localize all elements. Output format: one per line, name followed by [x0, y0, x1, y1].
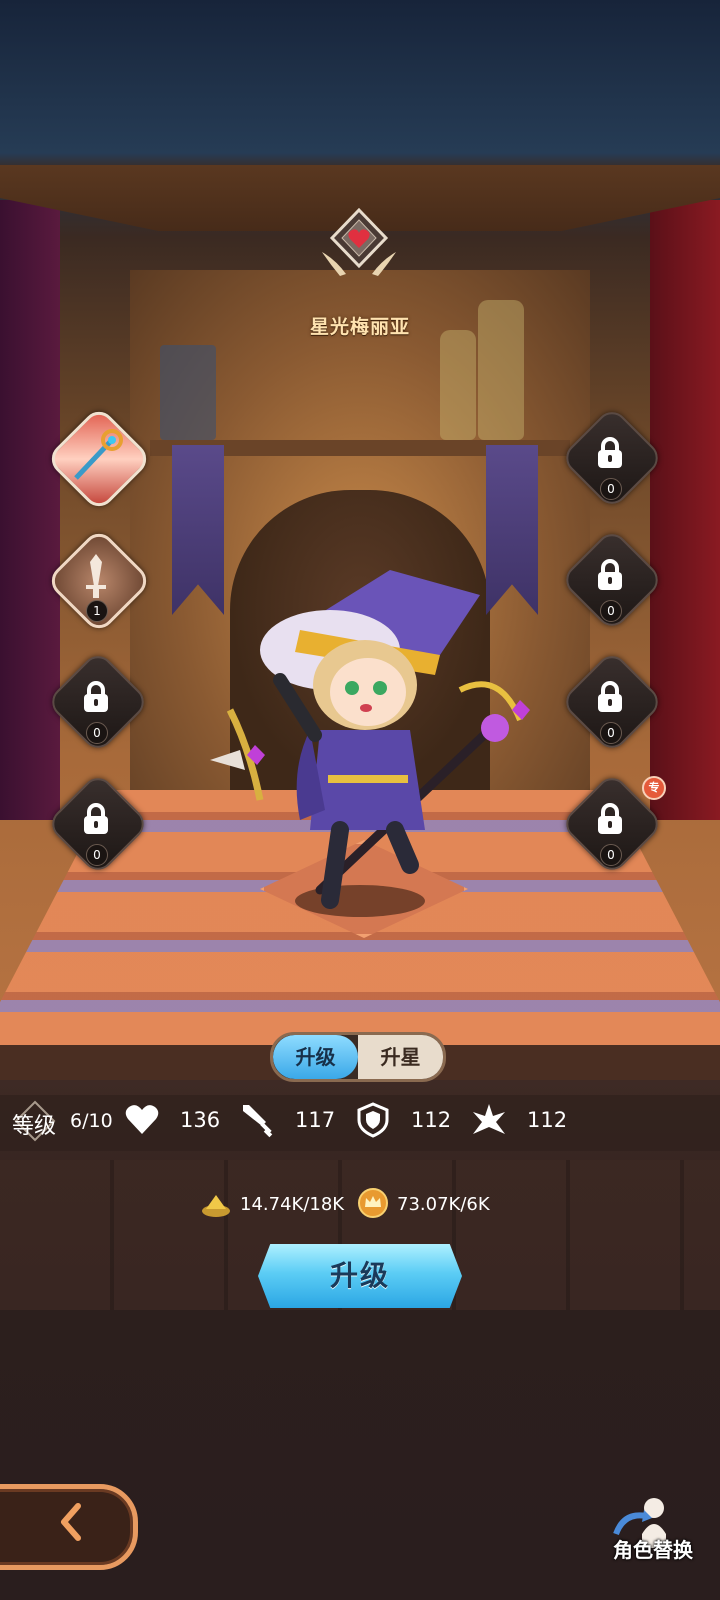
slot-count: 1 — [86, 600, 108, 622]
chevron-left-icon — [61, 1503, 81, 1541]
right-curtain — [650, 200, 720, 820]
heart-icon — [125, 1105, 159, 1134]
slot-count: 0 — [86, 844, 108, 866]
upgrade-button[interactable]: 升级 — [258, 1244, 462, 1308]
coin-cost: 73.07K/6K — [397, 1194, 490, 1215]
locked-slot[interactable]: 0 — [559, 527, 665, 633]
hero-name: 星光梅丽亚 — [309, 316, 410, 338]
slot-count: 0 — [600, 844, 622, 866]
defense-value: 112 — [411, 1108, 452, 1132]
upgrade-tab-bar: 升级 升星 — [270, 1032, 446, 1082]
sword-skill-icon — [86, 554, 106, 598]
slot-count: 0 — [600, 478, 622, 500]
gold-pile-icon — [202, 1195, 230, 1217]
lock-icon — [598, 559, 622, 590]
tab-upgrade[interactable]: 升级 — [273, 1035, 358, 1079]
level-value: 6/10 — [70, 1110, 113, 1132]
hp-value: 136 — [180, 1108, 221, 1132]
level-label: 等级 — [12, 1114, 57, 1139]
lock-icon — [598, 803, 622, 834]
lock-icon — [598, 681, 622, 712]
lock-icon — [598, 437, 622, 468]
locked-slot[interactable]: 0 — [559, 649, 665, 755]
locked-slot[interactable]: 0 — [559, 405, 665, 511]
tab-star-up[interactable]: 升星 — [358, 1035, 443, 1079]
ceiling — [0, 0, 720, 170]
bottle — [440, 330, 476, 440]
exclusive-badge: 专 — [642, 776, 666, 800]
witch-character-sprite[interactable] — [200, 560, 540, 940]
lock-icon — [84, 803, 108, 834]
crit-value: 112 — [527, 1108, 568, 1132]
attack-value: 117 — [295, 1108, 336, 1132]
slot-count: 0 — [86, 722, 108, 744]
rank-crest-icon — [322, 208, 396, 276]
book-stack — [160, 345, 216, 440]
staff-weapon-icon — [74, 429, 123, 480]
gold-cost: 14.74K/18K — [240, 1194, 345, 1215]
locked-slot[interactable]: 0 — [45, 771, 151, 877]
skill-slot[interactable]: 1 — [45, 527, 153, 635]
slot-count: 0 — [600, 600, 622, 622]
crit-burst-icon — [473, 1104, 505, 1134]
crown-coin-icon — [358, 1188, 388, 1218]
sword-icon — [243, 1105, 273, 1138]
weapon-slot[interactable] — [45, 405, 153, 513]
locked-slot[interactable]: 0 — [45, 649, 151, 755]
shield-icon — [357, 1102, 389, 1138]
character-swap-label[interactable]: 角色替换 — [598, 1534, 708, 1563]
lock-icon — [84, 681, 108, 712]
slot-count: 0 — [600, 722, 622, 744]
